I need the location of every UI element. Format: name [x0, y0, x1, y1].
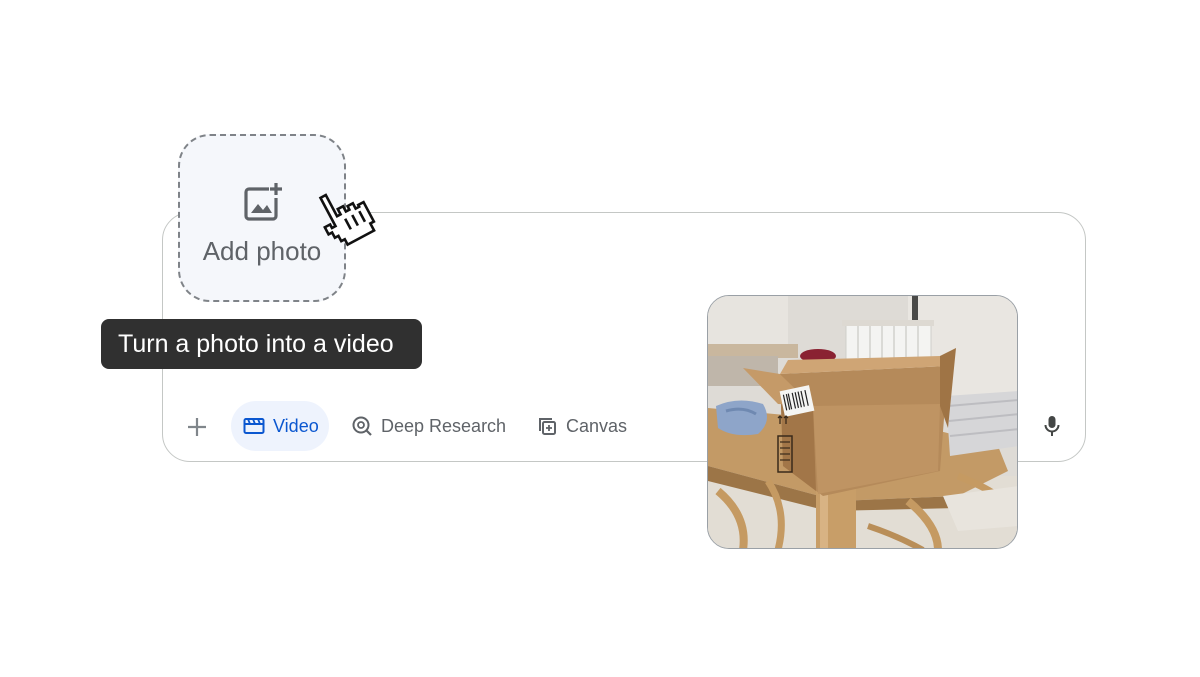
pointer-hand-icon	[318, 193, 376, 247]
add-photo-icon	[244, 183, 282, 221]
tooltip: Turn a photo into a video	[101, 319, 422, 369]
microphone-icon[interactable]	[1040, 414, 1064, 438]
canvas-chip[interactable]: Canvas	[528, 401, 637, 451]
canvas-chip-label: Canvas	[566, 415, 628, 436]
canvas-icon	[539, 418, 556, 435]
video-chip[interactable]: Video	[231, 401, 329, 451]
deep-research-icon	[352, 416, 372, 436]
uploaded-photo-thumbnail[interactable]	[707, 295, 1018, 549]
deep-research-chip-label: Deep Research	[381, 415, 507, 436]
video-clapper-icon	[243, 418, 265, 434]
photo-cardboard-box-image	[708, 296, 1017, 548]
video-chip-label: Video	[273, 415, 319, 436]
deep-research-chip[interactable]: Deep Research	[343, 401, 516, 451]
plus-icon[interactable]	[182, 412, 212, 442]
